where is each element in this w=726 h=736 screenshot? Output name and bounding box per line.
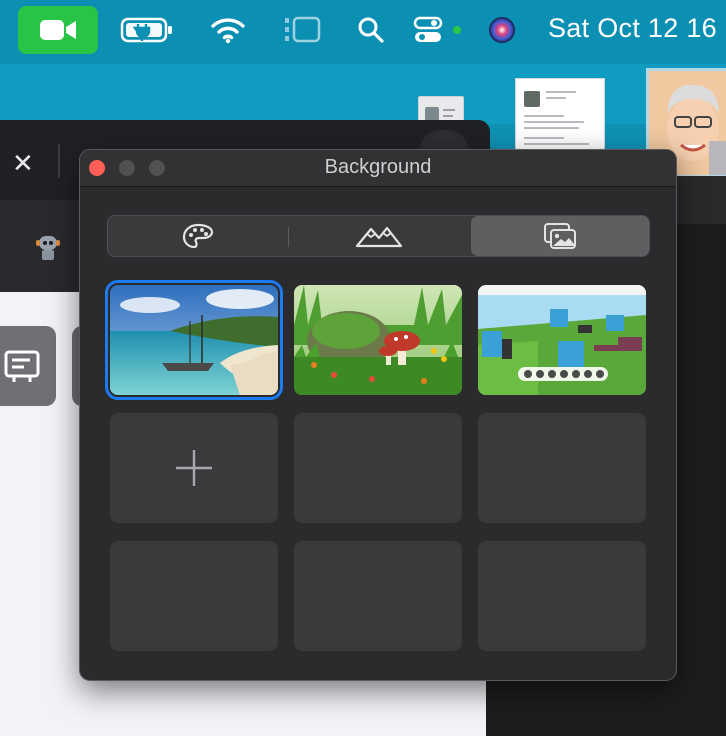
search-icon[interactable] xyxy=(356,14,386,46)
mushroom-meadow-image xyxy=(294,285,462,395)
mountains-icon xyxy=(355,226,403,248)
panel-titlebar: Background xyxy=(80,150,676,187)
tab-landscape[interactable] xyxy=(289,216,469,256)
tab-photos[interactable] xyxy=(471,216,649,256)
camera-in-use-indicator xyxy=(453,26,461,34)
background-panel: Background xyxy=(79,149,677,681)
palette-icon xyxy=(182,223,214,249)
facetime-video-button[interactable] xyxy=(18,6,98,54)
add-background-button[interactable] xyxy=(110,413,278,523)
stage-manager-icon[interactable] xyxy=(283,14,323,46)
desktop-background xyxy=(0,64,726,124)
menubar-clock[interactable]: Sat Oct 12 16 xyxy=(548,13,717,44)
control-center-icon[interactable] xyxy=(412,14,444,46)
battery-charging-icon[interactable] xyxy=(120,14,174,46)
siri-icon[interactable] xyxy=(486,14,518,46)
empty-background-slot xyxy=(294,413,462,523)
virtual-office-image xyxy=(478,285,646,395)
background-type-selector xyxy=(107,215,650,257)
tab-color[interactable] xyxy=(108,216,288,256)
tab-divider xyxy=(58,144,60,178)
empty-background-slot xyxy=(478,413,646,523)
page-feature-tile[interactable] xyxy=(0,326,56,406)
facetime-video-icon xyxy=(40,20,76,40)
photos-icon xyxy=(544,223,576,249)
wifi-icon[interactable] xyxy=(210,14,246,46)
browser-close-button[interactable]: ✕ xyxy=(12,148,34,179)
background-thumbnail-beach[interactable] xyxy=(105,280,283,400)
empty-background-slot xyxy=(294,541,462,651)
panel-title: Background xyxy=(324,156,432,178)
plus-icon xyxy=(176,450,212,486)
beach-boat-image xyxy=(110,285,278,395)
display-board-icon xyxy=(4,350,40,382)
menu-bar: Sat Oct 12 16 xyxy=(0,0,726,64)
empty-background-slot xyxy=(478,541,646,651)
empty-background-slot xyxy=(110,541,278,651)
extension-robot-icon[interactable] xyxy=(34,232,62,262)
background-thumbnail-virtual-office[interactable] xyxy=(478,285,646,395)
background-thumbnail-mushrooms[interactable] xyxy=(294,285,462,395)
